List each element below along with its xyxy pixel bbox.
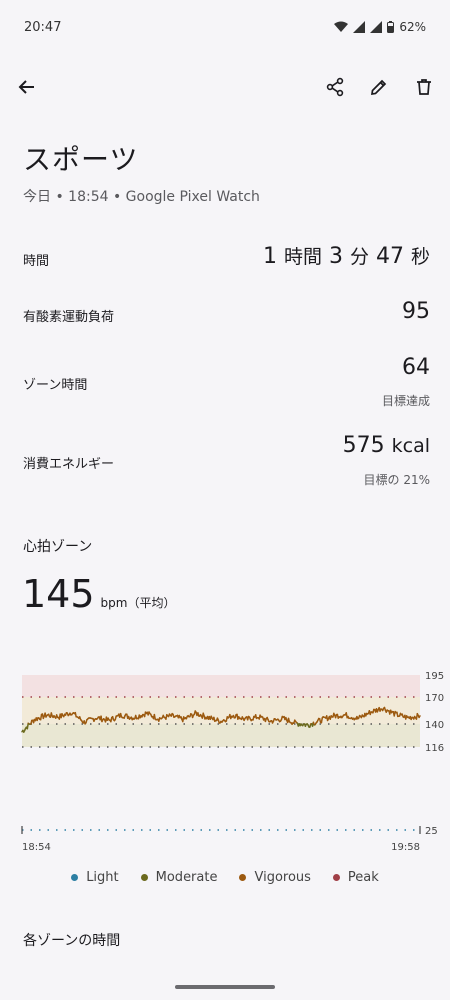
share-icon [326,77,344,97]
legend-item-vigorous: Vigorous [239,870,311,885]
energy-unit: kcal [391,435,430,457]
page-title: スポーツ [23,143,139,176]
duration-minutes-unit: 分 [349,246,369,268]
trash-icon [417,79,431,95]
duration-minutes: 3 [328,244,343,269]
legend-dot-peak [332,874,340,881]
duration-seconds-unit: 秒 [410,246,430,268]
share-button[interactable] [320,72,350,102]
edit-button[interactable] [364,72,394,102]
status-bar: 20:47 62% [0,0,450,56]
legend-item-peak: Peak [332,870,379,885]
y-tick-label-140: 140 [425,720,444,731]
y-tick-label-195: 195 [425,671,444,682]
chart-legend: Light Moderate Vigorous Peak [0,870,450,885]
legend-label-peak: Peak [347,870,379,885]
cardio-load-label: 有酸素運動負荷 [23,310,115,325]
legend-item-moderate: Moderate [140,870,218,885]
energy-label: 消費エネルギー [23,457,115,472]
duration-value: 1 時間 3 分 47 秒 [263,242,430,269]
legend-dot-moderate [140,874,148,881]
y-tick-label-116: 116 [425,743,444,754]
x-tick-label-end: 19:58 [391,842,420,853]
energy-sub: 目標の 21% [363,473,431,487]
status-time: 20:47 [24,20,62,35]
workout-subtitle: 今日 • 18:54 • Google Pixel Watch [23,189,260,205]
y-tick-label-170: 170 [425,693,444,704]
avg-heart-rate: 145 bpm（平均） [22,572,175,616]
heart-rate-chart[interactable]: 195 170 140 116 25 18:54 19:58 [0,660,450,860]
zone-band-moderate [22,724,420,747]
duration-seconds: 47 [375,244,404,269]
hr-line-segment [39,713,43,721]
home-indicator[interactable] [175,985,275,989]
signal-icon [353,21,366,33]
energy-value: 575 kcal [343,433,430,458]
legend-label-light: Light [86,870,119,885]
legend-item-light: Light [71,870,119,885]
battery-percent: 62% [399,20,426,34]
zones-time-title: 各ゾーンの時間 [23,933,121,949]
heart-zones-title: 心拍ゾーン [23,539,93,555]
delete-button[interactable] [409,72,439,102]
signal-icon-2 [370,21,383,33]
arrow-back-icon [18,80,34,94]
back-button[interactable] [12,72,42,102]
duration-hours-unit: 時間 [283,246,322,268]
energy-number: 575 [342,433,385,458]
battery-icon [387,21,395,33]
duration-hours: 1 [262,244,277,269]
toolbar [0,64,450,110]
zone-time-label: ゾーン時間 [23,378,88,393]
status-icons: 62% [334,20,426,34]
x-tick-label-start: 18:54 [22,842,51,853]
hr-line-segment [418,715,421,719]
y-tick-label-25: 25 [425,826,438,837]
cardio-load-value: 95 [402,299,430,324]
zone-band-peak [22,675,420,697]
duration-label: 時間 [23,254,50,269]
legend-dot-vigorous [239,874,247,881]
wifi-icon [334,21,349,32]
avg-heart-rate-value: 145 [22,572,95,616]
zone-time-sub: 目標達成 [381,394,430,408]
legend-label-moderate: Moderate [155,870,218,885]
pencil-icon [370,79,387,96]
legend-dot-light [71,874,79,881]
legend-label-vigorous: Vigorous [254,870,311,885]
zone-time-value: 64 [402,355,430,380]
avg-heart-rate-unit: bpm（平均） [100,596,176,610]
